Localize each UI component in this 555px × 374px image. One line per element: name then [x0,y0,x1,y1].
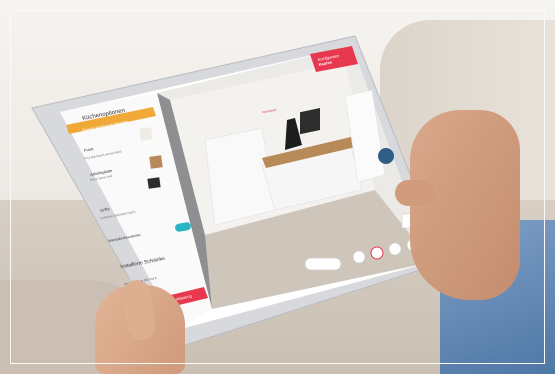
image-border [10,10,545,364]
